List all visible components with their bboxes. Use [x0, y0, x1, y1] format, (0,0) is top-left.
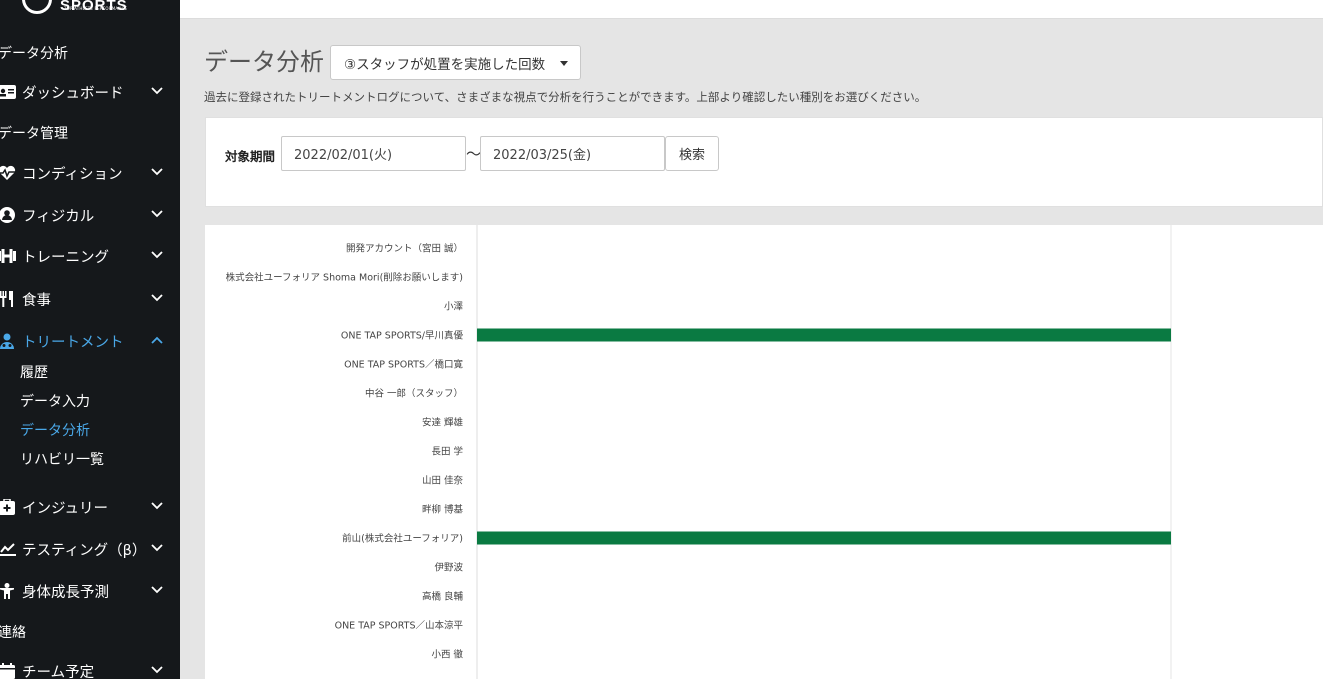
dumbbell-icon — [0, 248, 16, 264]
bar[interactable] — [477, 531, 1171, 545]
sidebar-subitem-history[interactable]: 履歴 — [20, 362, 48, 382]
period-label: 対象期間 — [225, 149, 276, 164]
logo-mark-icon — [22, 0, 52, 14]
chevron-down-icon — [151, 544, 163, 552]
y-tick-label: 小西 徹 — [431, 649, 463, 661]
id-card-icon — [0, 84, 16, 100]
y-tick-label: ONE TAP SPORTS／橋口寛 — [344, 359, 463, 371]
chevron-down-icon — [151, 502, 163, 510]
sidebar-item-treatment[interactable]: トリートメント — [0, 329, 180, 353]
y-tick-label: 開発アカウント（宮田 誠） — [346, 243, 463, 255]
medkit-icon — [0, 499, 16, 515]
sidebar-item-label: インジュリー — [22, 500, 108, 517]
chevron-down-icon — [151, 87, 163, 95]
logo-subtext: TOP ATHLETE PERFORMANCE — [64, 6, 128, 11]
sidebar-item-label: ダッシュボード — [22, 85, 124, 102]
chevron-down-icon — [151, 210, 163, 218]
page-title: データ分析 — [204, 48, 324, 76]
bar[interactable] — [477, 328, 1171, 342]
page-description: 過去に登録されたトリートメントログについて、さまざまな視点で分析を行うことができ… — [204, 90, 927, 104]
sidebar-item-label: トリートメント — [22, 334, 124, 351]
analysis-type-dropdown[interactable]: ③スタッフが処置を実施した回数 — [330, 45, 581, 80]
sidebar-item-testing[interactable]: テスティング（β） — [0, 537, 180, 561]
sidebar-subitem-data-input[interactable]: データ入力 — [20, 391, 90, 411]
sidebar-item-label: 食事 — [22, 292, 51, 309]
chevron-down-icon — [151, 168, 163, 176]
sidebar-subitem-rehab-list[interactable]: リハビリ一覧 — [20, 449, 104, 469]
y-tick-label: 伊野波 — [434, 562, 463, 574]
sidebar-item-growth[interactable]: 身体成長予測 — [0, 579, 180, 603]
sidebar-item-label: 身体成長予測 — [22, 584, 109, 601]
sidebar-item-label: チーム予定 — [22, 664, 95, 679]
sidebar-item-label: コンディション — [22, 166, 123, 183]
child-icon — [0, 583, 16, 599]
heartbeat-icon — [0, 165, 16, 181]
y-tick-label: 前山(株式会社ユーフォリア) — [342, 533, 463, 545]
calendar-icon — [0, 663, 16, 679]
sidebar-section-analysis: データ分析 — [0, 46, 68, 62]
y-tick-label: ONE TAP SPORTS／山本涼平 — [335, 620, 464, 632]
y-tick-label: 小澤 — [444, 302, 464, 313]
analysis-type-value: ③スタッフが処置を実施した回数 — [344, 56, 546, 73]
y-tick-label: 畔柳 博基 — [422, 504, 464, 516]
chevron-down-icon — [151, 294, 163, 302]
sidebar-item-physical[interactable]: フィジカル — [0, 203, 180, 227]
sidebar-subitem-data-analysis[interactable]: データ分析 — [20, 420, 90, 440]
caret-down-icon — [560, 61, 568, 66]
y-tick-label: ONE TAP SPORTS/早川真優 — [341, 330, 464, 342]
sidebar-item-meal[interactable]: 食事 — [0, 287, 180, 311]
y-tick-label: 山田 佳奈 — [422, 475, 464, 487]
logo[interactable]: SPORTS TOP ATHLETE PERFORMANCE — [22, 0, 128, 14]
sidebar-item-label: トレーニング — [22, 249, 109, 266]
chevron-up-icon — [151, 336, 163, 344]
sidebar-item-condition[interactable]: コンディション — [0, 161, 180, 185]
y-tick-label: 高橋 良輔 — [422, 591, 464, 603]
y-tick-label: 株式会社ユーフォリア Shoma Mori(削除お願いします) — [226, 272, 463, 284]
sidebar-item-injury[interactable]: インジュリー — [0, 495, 180, 519]
sidebar-item-schedule[interactable]: チーム予定 — [0, 659, 180, 679]
sidebar-item-label: テスティング（β） — [22, 542, 147, 559]
sidebar-section-contact: 連絡 — [0, 625, 26, 641]
y-tick-label: 長田 学 — [431, 446, 463, 458]
staff-treatment-count-chart: 開発アカウント（宮田 誠） 株式会社ユーフォリア Shoma Mori(削除お願い… — [226, 225, 1172, 679]
user-doctor-icon — [0, 333, 16, 349]
search-button[interactable]: 検索 — [665, 136, 719, 171]
chart-card: 開発アカウント（宮田 誠） 株式会社ユーフォリア Shoma Mori(削除お願い… — [205, 225, 1323, 679]
chevron-down-icon — [151, 586, 163, 594]
user-circle-icon — [0, 207, 16, 223]
utensils-icon — [0, 291, 16, 307]
sidebar-section-manage: データ管理 — [0, 126, 68, 142]
start-date-input[interactable] — [281, 136, 466, 171]
sidebar: SPORTS TOP ATHLETE PERFORMANCE データ分析 ダッシ… — [0, 0, 180, 679]
chevron-down-icon — [151, 666, 163, 674]
sidebar-item-label: フィジカル — [22, 208, 95, 225]
sidebar-item-dashboard[interactable]: ダッシュボード — [0, 80, 180, 104]
sidebar-item-training[interactable]: トレーニング — [0, 244, 180, 268]
top-bar — [180, 0, 1323, 19]
end-date-input[interactable] — [480, 136, 665, 171]
y-tick-label: 安達 輝雄 — [422, 417, 464, 429]
period-separator: ～ — [466, 145, 482, 163]
y-tick-label: 中谷 一郎（スタッフ） — [365, 388, 463, 400]
chart-line-icon — [0, 541, 16, 557]
chevron-down-icon — [151, 251, 163, 259]
